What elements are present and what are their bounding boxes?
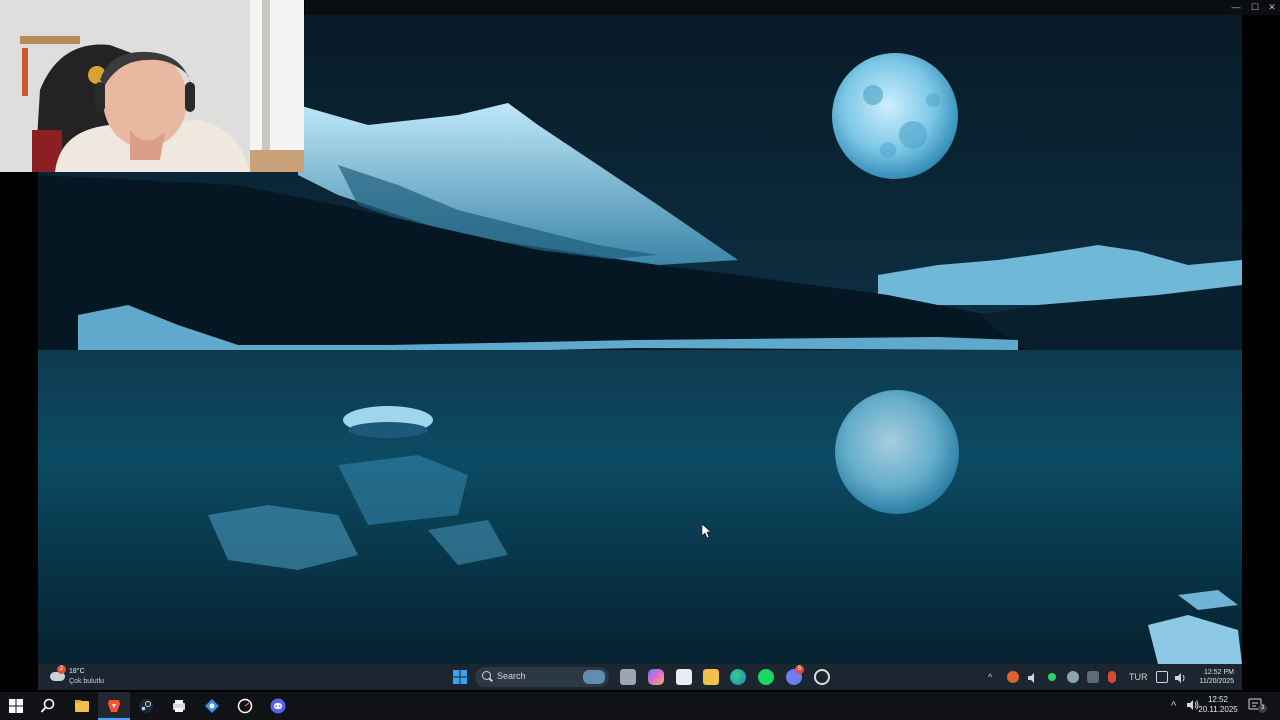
folder-icon[interactable] [703, 669, 719, 685]
tray-language[interactable]: TUR [1129, 671, 1148, 683]
notification-button[interactable]: 3 [1248, 698, 1268, 714]
taskbar-app-steam[interactable] [130, 692, 162, 720]
taskbar-app-remote[interactable] [196, 692, 228, 720]
tray-chevron-icon[interactable]: ^ [988, 671, 992, 683]
folder-icon [75, 700, 89, 712]
window-titlebar: — ☐ ✕ [305, 0, 1280, 15]
inner-search-box[interactable]: Search [475, 667, 609, 687]
tray-display-icon[interactable] [1156, 671, 1168, 683]
discord-icon [270, 698, 286, 714]
edge-icon[interactable] [730, 669, 746, 685]
taskbar-app-file-explorer[interactable] [66, 692, 98, 720]
remote-icon [205, 699, 219, 713]
mouse-cursor-icon [702, 524, 711, 538]
clock-date: 20.11.2025 [1198, 705, 1238, 714]
search-button[interactable] [32, 692, 64, 720]
close-button[interactable]: ✕ [1265, 1, 1279, 14]
taskbar-app-discord[interactable] [262, 692, 294, 720]
tray-chevron-icon[interactable]: ^ [1171, 699, 1176, 713]
clock-time: 12:52 [1207, 695, 1229, 704]
inner-clock[interactable]: 12:52 PM 11/20/2025 [1199, 668, 1234, 686]
search-highlight-icon [583, 670, 605, 684]
search-icon [482, 671, 491, 680]
taskbar-clock[interactable]: 12:52 20.11.2025 [1198, 695, 1238, 715]
steam-icon [139, 699, 153, 713]
discord-badge: 5 [795, 665, 804, 674]
discord-icon[interactable]: 5 [786, 665, 804, 685]
tray-app-icon[interactable] [1007, 671, 1019, 683]
tray-volume-icon[interactable] [1027, 671, 1039, 683]
task-view-icon[interactable] [620, 669, 636, 685]
brave-lion-icon [108, 700, 120, 712]
webcam-overlay [0, 0, 304, 172]
search-icon [40, 698, 55, 713]
start-button[interactable] [0, 692, 32, 720]
minimize-button[interactable]: — [1229, 1, 1243, 14]
gauge-icon [237, 698, 253, 714]
webcam-feed-icon [0, 0, 304, 172]
store-icon[interactable] [676, 669, 692, 685]
windows-logo-icon [9, 699, 23, 713]
weather-condition: Çok bulutlu [69, 678, 105, 685]
notification-count-badge: 3 [1258, 704, 1267, 713]
taskbar-app-brave[interactable] [98, 692, 130, 720]
maximize-button[interactable]: ☐ [1248, 1, 1262, 14]
screen: — ☐ ✕ 2 18°C Çok bulutlu Search 5 ^ TUR … [0, 0, 1280, 720]
inner-clock-time: 12:52 PM [1204, 669, 1234, 676]
taskbar-app-settings-app[interactable] [229, 692, 261, 720]
copilot-icon[interactable] [648, 669, 664, 685]
weather-badge: 2 [57, 665, 66, 674]
weather-temperature: 18°C [69, 668, 85, 675]
inner-taskbar: 2 18°C Çok bulutlu Search 5 ^ TUR 12:52 … [38, 664, 1242, 690]
taskbar-app-printer[interactable] [163, 692, 195, 720]
printer-icon [173, 700, 185, 712]
tray-speaker-icon[interactable] [1174, 671, 1186, 683]
inner-clock-date: 11/20/2025 [1199, 678, 1234, 685]
tray-microphone-icon[interactable] [1108, 671, 1116, 683]
spotify-icon[interactable] [758, 669, 774, 685]
search-label: Search [497, 671, 526, 681]
taskbar: ^ 12:52 20.11.2025 3 [0, 692, 1280, 720]
windows-start-icon[interactable] [452, 669, 468, 685]
tray-status-dot-icon[interactable] [1048, 673, 1056, 681]
tray-steam-icon[interactable] [1067, 671, 1079, 683]
tray-network-icon[interactable] [1087, 671, 1099, 683]
steelseries-icon[interactable] [814, 669, 830, 685]
